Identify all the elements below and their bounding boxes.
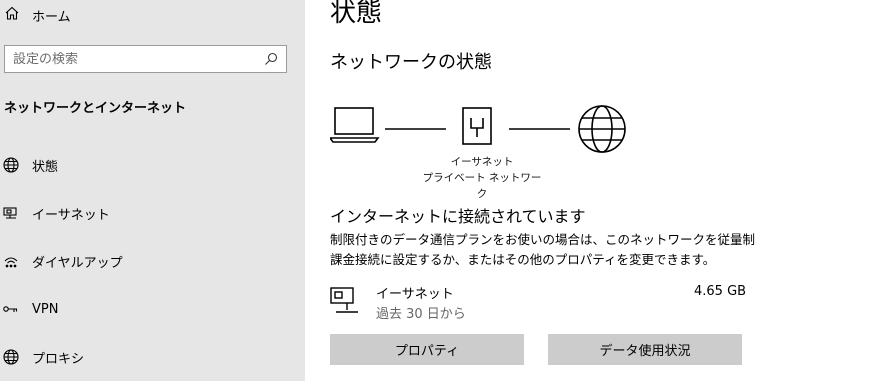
sidebar-item-ethernet[interactable]: イーサネット [0,195,305,231]
ethernet-icon [0,204,22,222]
page-title: 状態 [330,0,383,28]
sidebar-item-dialup[interactable]: ダイヤルアップ [0,243,305,279]
sidebar-item-label: プロキシ [32,351,85,367]
main-content: 状態 ネットワークの状態 イーサネット プライベート ネットワーク インターネッ… [306,0,873,381]
sidebar-item-status[interactable]: 状態 [0,147,305,183]
globe-icon [0,348,22,366]
diagram-caption: イーサネット プライベート ネットワーク [418,154,546,202]
search-input[interactable] [13,51,264,67]
dialup-icon [0,252,22,270]
sidebar-item-proxy[interactable]: プロキシ [0,339,305,375]
connection-status-heading: インターネットに接続されています [330,207,586,226]
section-title: ネットワークとインターネット [4,101,187,116]
network-status-heading: ネットワークの状態 [330,52,492,73]
network-diagram [330,105,626,153]
home-link[interactable]: ホーム [4,4,71,26]
properties-button[interactable]: プロパティ [330,334,524,365]
sidebar-item-label: 状態 [32,159,59,175]
data-usage-button[interactable]: データ使用状況 [548,334,742,365]
ethernet-port-icon [462,107,492,145]
connection-description: 制限付きのデータ通信プランをお使いの場合は、このネットワークを従量制課金接続に設… [330,232,756,267]
laptop-icon [330,107,380,143]
home-icon [4,5,20,25]
adapter-period: 過去 30 日から [376,307,466,322]
settings-search[interactable] [4,45,287,73]
globe-icon [578,105,626,153]
connection-type-label: イーサネット [450,156,514,168]
sidebar-item-vpn[interactable]: VPN [0,291,305,327]
search-icon[interactable] [264,52,278,66]
sidebar-item-label: イーサネット [32,207,110,223]
network-profile-label: プライベート ネットワーク [422,172,542,200]
sidebar-item-label: VPN [32,301,59,317]
sidebar-item-label: ダイヤルアップ [32,255,123,271]
vpn-icon [0,300,22,318]
ethernet-icon [330,287,358,313]
adapter-name: イーサネット [376,287,454,302]
data-usage-amount: 4.65 GB [694,284,747,299]
home-label: ホーム [32,9,71,25]
sidebar: ホーム ネットワークとインターネット 状態 イーサネット [0,0,305,381]
globe-icon [0,156,22,174]
